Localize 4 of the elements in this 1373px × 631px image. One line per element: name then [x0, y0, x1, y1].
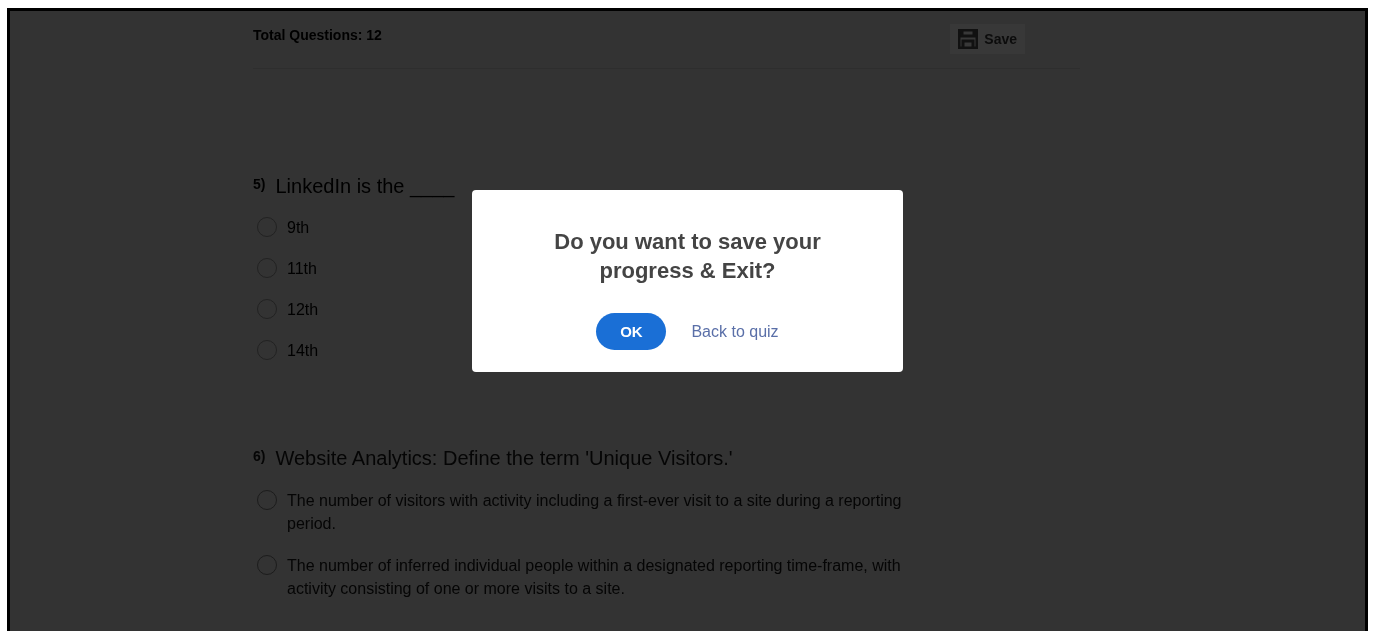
dialog-message: Do you want to save your progress & Exit? — [553, 228, 822, 285]
ok-button[interactable]: OK — [596, 313, 667, 350]
back-to-quiz-link[interactable]: Back to quiz — [691, 322, 779, 341]
save-icon — [958, 29, 979, 49]
